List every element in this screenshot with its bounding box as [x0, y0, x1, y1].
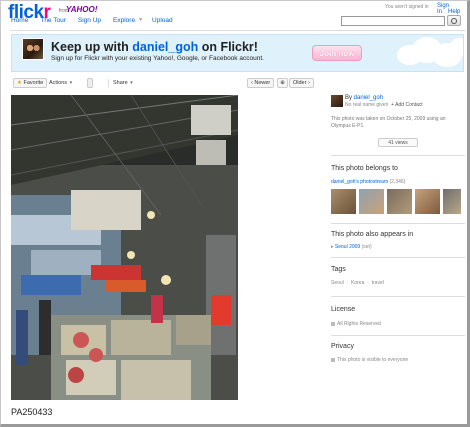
photostream-thumbnail[interactable]	[387, 189, 412, 214]
also-appears-heading: This photo also appears in	[331, 231, 414, 238]
share-menu[interactable]: Share ▼	[110, 78, 137, 88]
chevron-down-icon: ▼	[68, 80, 74, 85]
main-photo[interactable]	[11, 95, 238, 400]
tags-list: Seoul · Korea · travel	[331, 280, 384, 286]
chevron-down-icon: ▼	[129, 80, 134, 85]
tag-item[interactable]: Seoul	[331, 280, 344, 286]
sidebar-divider	[331, 223, 465, 224]
share-icon[interactable]	[87, 78, 93, 88]
tags-heading: Tags	[331, 266, 346, 273]
set-label: Seoul 2009	[334, 244, 361, 250]
main-nav: Home The Tour Sign Up Explore ▼ Upload	[11, 17, 185, 24]
privacy-heading: Privacy	[331, 343, 354, 350]
privacy-text: This photo is visible to everyone	[331, 357, 408, 363]
lock-icon	[331, 357, 335, 362]
sidebar-divider	[331, 296, 465, 297]
set-suffix: (set)	[361, 244, 372, 250]
tag-item[interactable]: Korea	[351, 280, 364, 286]
favorite-button[interactable]: ★ Favorite	[13, 78, 48, 88]
views-count: 41 views	[378, 138, 418, 147]
yahoo-logo: YAHOO!	[66, 5, 98, 14]
avatar[interactable]	[22, 38, 44, 60]
photostream-count: (2,346)	[389, 179, 406, 185]
nav-explore[interactable]: Explore	[113, 17, 135, 24]
sidebar-divider	[331, 155, 465, 156]
market-photo-illustration	[11, 95, 238, 400]
license-heading: License	[331, 306, 356, 313]
add-contact-button[interactable]: + Add Contact	[391, 102, 423, 108]
nav-the-tour[interactable]: The Tour	[40, 17, 66, 24]
nav-home[interactable]: Home	[11, 17, 28, 24]
tag-item[interactable]: travel	[372, 280, 384, 286]
banner-title: Keep up with daniel_goh on Flickr!	[51, 40, 258, 54]
photo-caption: PA250433	[11, 407, 53, 417]
by-label: By	[345, 95, 354, 101]
newer-label: Newer	[254, 80, 271, 86]
cloud-decoration	[449, 38, 463, 56]
arrow-right-icon: ›	[307, 80, 310, 86]
license-label: All Rights Reserved	[337, 321, 381, 327]
photostream-thumbnail[interactable]	[415, 189, 440, 214]
actions-label: Actions	[49, 80, 68, 86]
real-name-label: No real name given	[345, 102, 389, 108]
photostream-link[interactable]: daniel_goh's photostream (2,346)	[331, 179, 405, 185]
chevron-down-icon[interactable]: ▼	[138, 17, 143, 24]
copyright-icon	[331, 321, 335, 326]
favorite-label: Favorite	[23, 80, 44, 86]
actions-menu[interactable]: Actions ▼	[46, 78, 76, 88]
owner-username[interactable]: daniel_goh	[354, 95, 383, 101]
zoom-icon[interactable]: ⊕	[277, 78, 288, 88]
owner-avatar[interactable]	[331, 95, 343, 107]
license-text: All Rights Reserved	[331, 321, 381, 327]
owner-realname: No real name given + Add Contact	[345, 102, 423, 108]
newer-button[interactable]: ‹ Newer	[247, 78, 275, 88]
older-button[interactable]: Older ›	[289, 78, 314, 88]
banner-title-prefix: Keep up with	[51, 40, 133, 54]
photostream-label: daniel_goh's photostream	[331, 179, 389, 185]
header-divider	[10, 30, 465, 31]
taken-info: This photo was taken on October 25, 2009…	[331, 116, 446, 129]
banner-subtitle: Sign up for Flickr with your existing Ya…	[51, 55, 264, 62]
photostream-thumbnail[interactable]	[331, 189, 356, 214]
set-bullet: ▸	[331, 244, 334, 250]
belongs-heading: This photo belongs to	[331, 165, 398, 172]
sidebar-divider	[331, 257, 465, 258]
nav-upload[interactable]: Upload	[152, 17, 173, 24]
set-link[interactable]: ▸ Seoul 2009 (set)	[331, 244, 372, 250]
privacy-label: This photo is visible to everyone	[337, 357, 409, 363]
star-icon: ★	[17, 80, 22, 86]
sidebar-divider	[331, 335, 465, 336]
signin-links: Sign In Help	[437, 3, 470, 15]
toolbar-divider	[108, 79, 109, 87]
search-icon[interactable]	[447, 15, 461, 26]
photostream-thumbnail[interactable]	[443, 189, 461, 214]
banner-title-suffix: on Flickr!	[198, 40, 258, 54]
photostream-thumbnails	[331, 189, 461, 214]
older-label: Older	[293, 80, 307, 86]
banner-username[interactable]: daniel_goh	[132, 40, 198, 54]
signin-status: You aren't signed in	[385, 4, 429, 10]
photostream-thumbnail[interactable]	[359, 189, 384, 214]
nav-sign-up[interactable]: Sign Up	[78, 17, 101, 24]
search-input[interactable]	[341, 16, 445, 26]
join-now-button[interactable]: Join now	[312, 45, 362, 61]
arrow-left-icon: ‹	[251, 80, 253, 86]
photo-owner: By daniel_goh	[345, 95, 383, 101]
share-label: Share	[113, 80, 128, 86]
